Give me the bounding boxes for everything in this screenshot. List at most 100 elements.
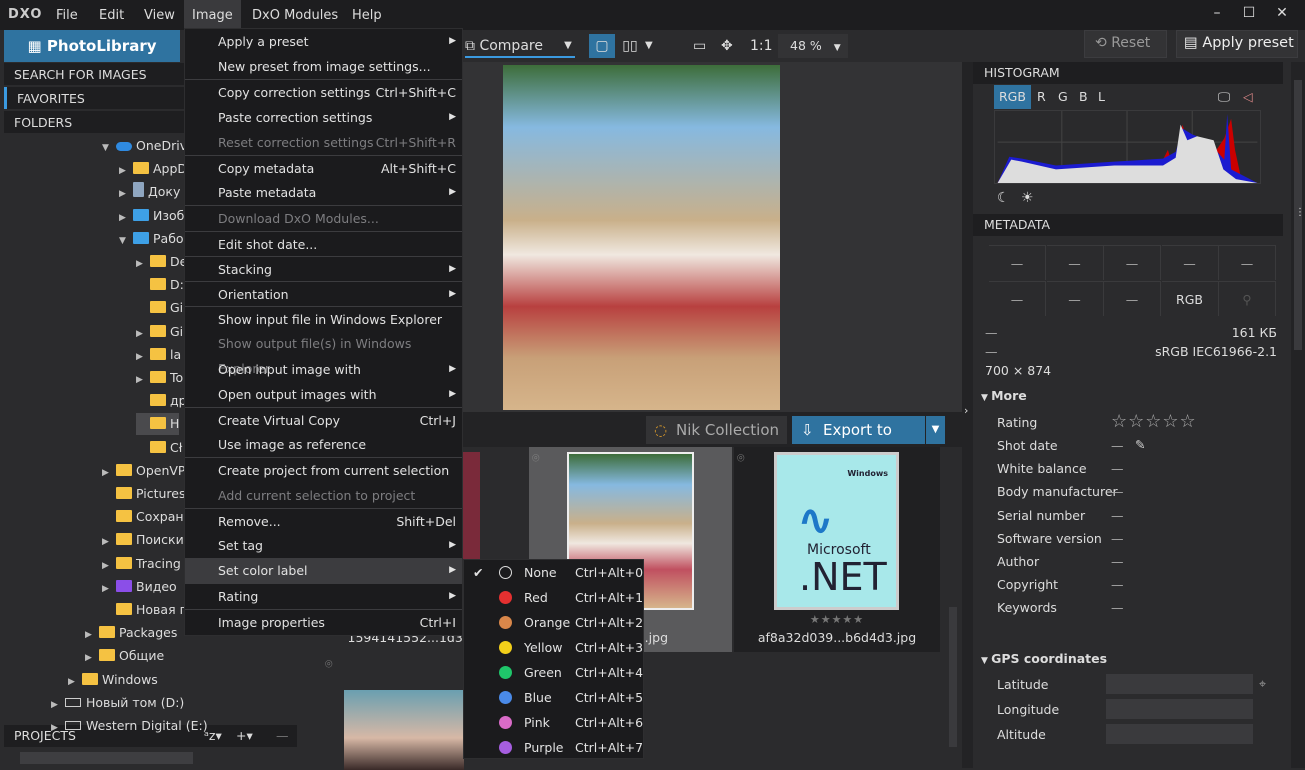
tree-item[interactable]: ▼ OneDrive <box>102 135 195 157</box>
fit-screen-icon[interactable]: ▭ <box>693 34 706 58</box>
expand-arrow-icon[interactable]: ▶ <box>136 253 150 275</box>
split-view-icon[interactable]: ▯▯ <box>617 34 643 58</box>
tree-item[interactable]: ▶ Видео <box>102 576 177 598</box>
color-label-pink[interactable]: Pink Ctrl+Alt+6 <box>464 710 643 735</box>
color-label-red[interactable]: Red Ctrl+Alt+1 <box>464 585 643 610</box>
menu-item-set-tag[interactable]: Set tag ▶ <box>185 533 462 558</box>
maximize-button[interactable]: ☐ <box>1239 5 1259 21</box>
tree-item[interactable]: ▶ De <box>136 251 187 273</box>
menu-item-copy-metadata[interactable]: Copy metadata Alt+Shift+C <box>185 155 462 180</box>
tree-item[interactable]: ▶ OpenVPN <box>102 460 195 482</box>
right-panel-collapse[interactable]: › <box>962 62 973 768</box>
menu-item-use-image-as-reference[interactable]: Use image as reference <box>185 432 462 457</box>
menu-item-orientation[interactable]: Orientation ▶ <box>185 281 462 306</box>
gps-longitude-input[interactable] <box>1106 699 1253 719</box>
one-to-one-button[interactable]: 1:1 <box>750 34 773 58</box>
gps-latitude-input[interactable] <box>1106 674 1253 694</box>
rating-stars[interactable]: ☆☆☆☆☆ <box>1111 411 1197 432</box>
menu-item-apply-a-preset[interactable]: Apply a preset ▶ <box>185 29 462 54</box>
menu-help[interactable]: Help <box>344 0 390 30</box>
tree-item[interactable]: ▶ Western Digital (E:) <box>51 715 208 737</box>
tree-item[interactable]: др <box>136 390 187 412</box>
map-pin-icon[interactable]: ⌖ <box>1259 676 1266 692</box>
color-label-none[interactable]: ✔ None Ctrl+Alt+0 <box>464 560 643 585</box>
channel-b[interactable]: B <box>1074 85 1093 109</box>
single-view-icon[interactable]: ▢ <box>589 34 615 58</box>
menu-item-new-preset-from-image-settings[interactable]: New preset from image settings... <box>185 54 462 79</box>
tree-item[interactable]: ▶ Windows <box>68 669 158 691</box>
menu-item-remove[interactable]: Remove... Shift+Del <box>185 507 462 533</box>
color-label-purple[interactable]: Purple Ctrl+Alt+7 <box>464 735 643 760</box>
tree-item[interactable]: ▶ Tracing <box>102 553 181 575</box>
menu-item-create-project-from-current-selection[interactable]: Create project from current selection <box>185 457 462 482</box>
menu-dxo-modules[interactable]: DxO Modules <box>244 0 346 30</box>
tree-item[interactable]: Pictures <box>102 483 186 505</box>
menu-item-reset-correction-settings[interactable]: Reset correction settings Ctrl+Shift+R <box>185 130 462 155</box>
edit-pencil-icon[interactable]: ✎ <box>1135 437 1145 452</box>
gps-section-toggle[interactable]: ▼ GPS coordinates <box>981 651 1107 666</box>
metadata-header[interactable]: METADATA <box>973 214 1283 236</box>
expand-arrow-icon[interactable]: ▶ <box>85 624 99 646</box>
expand-arrow-icon[interactable]: ▶ <box>102 462 116 484</box>
menu-item-create-virtual-copy[interactable]: Create Virtual Copy Ctrl+J <box>185 407 462 432</box>
zoom-select[interactable]: 48 % ▼ <box>778 34 848 58</box>
expand-arrow-icon[interactable]: ▶ <box>102 531 116 553</box>
compare-dropdown[interactable]: ▼ <box>559 34 577 58</box>
menu-file[interactable]: File <box>48 0 86 30</box>
color-label-yellow[interactable]: Yellow Ctrl+Alt+3 <box>464 635 643 660</box>
menu-item-paste-metadata[interactable]: Paste metadata ▶ <box>185 180 462 205</box>
apply-preset-button[interactable]: ▤ Apply preset <box>1176 30 1298 58</box>
menu-item-show-output-file-s-in-windows-explorer[interactable]: Show output file(s) in Windows Explorer <box>185 331 462 376</box>
gps-altitude-input[interactable] <box>1106 724 1253 744</box>
tree-item[interactable]: Новая п <box>102 599 188 621</box>
tree-item[interactable]: ▶ To <box>136 367 183 389</box>
menu-item-edit-shot-date[interactable]: Edit shot date... <box>185 230 462 256</box>
color-label-orange[interactable]: Orange Ctrl+Alt+2 <box>464 610 643 635</box>
more-section-toggle[interactable]: ▼ More <box>981 388 1027 403</box>
minimize-button[interactable]: – <box>1207 5 1227 21</box>
expand-arrow-icon[interactable]: ▶ <box>119 160 133 182</box>
tree-item[interactable]: ▼ Рабо <box>119 228 184 250</box>
color-label-blue[interactable]: Blue Ctrl+Alt+5 <box>464 685 643 710</box>
menu-item-show-input-file-in-windows-explorer[interactable]: Show input file in Windows Explorer <box>185 306 462 331</box>
expand-arrow-icon[interactable]: ▶ <box>136 323 150 345</box>
expand-arrow-icon[interactable]: ▼ <box>102 137 116 159</box>
expand-arrow-icon[interactable]: ▶ <box>68 671 82 693</box>
tree-item[interactable]: Сохране <box>102 506 191 528</box>
expand-arrow-icon[interactable]: ▶ <box>119 183 133 205</box>
menu-edit[interactable]: Edit <box>91 0 132 30</box>
tree-item[interactable]: ▶ Общие <box>85 645 164 667</box>
menu-item-image-properties[interactable]: Image properties Ctrl+I <box>185 608 462 634</box>
channel-l[interactable]: L <box>1093 85 1110 109</box>
tree-item[interactable]: ▶ AppD <box>119 158 187 180</box>
move-icon[interactable]: ✥ <box>721 34 733 58</box>
color-label-green[interactable]: Green Ctrl+Alt+4 <box>464 660 643 685</box>
channel-g[interactable]: G <box>1053 85 1073 109</box>
tree-item[interactable]: ▶ Доку <box>119 181 180 203</box>
tree-item[interactable]: Gi <box>136 297 183 319</box>
reset-button[interactable]: ⟲ Reset <box>1084 30 1167 58</box>
expand-arrow-icon[interactable]: ▶ <box>136 369 150 391</box>
menu-item-set-color-label[interactable]: Set color label ▶ <box>185 558 462 584</box>
menu-view[interactable]: View <box>136 0 183 30</box>
channel-rgb[interactable]: RGB <box>994 85 1031 109</box>
menu-item-paste-correction-settings[interactable]: Paste correction settings ▶ <box>185 105 462 130</box>
monitor-icon[interactable]: 🖵 <box>1213 85 1235 109</box>
channel-r[interactable]: R <box>1032 85 1051 109</box>
tree-item[interactable]: ▶ Изоб <box>119 205 184 227</box>
expand-arrow-icon[interactable]: ▶ <box>51 694 65 716</box>
menu-item-copy-correction-settings[interactable]: Copy correction settings Ctrl+Shift+C <box>185 79 462 104</box>
menu-item-stacking[interactable]: Stacking ▶ <box>185 255 462 281</box>
tree-item[interactable]: Н <box>136 413 180 436</box>
menu-item-download-dxo-modules[interactable]: Download DxO Modules... <box>185 205 462 230</box>
menu-item-rating[interactable]: Rating ▶ <box>185 583 462 608</box>
menu-item-open-input-image-with[interactable]: Open input image with ▶ <box>185 357 462 382</box>
expand-arrow-icon[interactable]: ▶ <box>51 717 65 739</box>
view-dropdown[interactable]: ▼ <box>645 34 653 58</box>
horizontal-scrollbar[interactable] <box>20 752 193 764</box>
gamut-icon[interactable]: ◁ <box>1238 85 1258 109</box>
shadow-clipping-icon[interactable]: ☾ <box>997 190 1010 206</box>
right-scrollbar[interactable]: ⋮ <box>1291 62 1305 768</box>
export-dropdown[interactable]: ▼ <box>926 416 945 444</box>
menu-image[interactable]: Image <box>184 0 241 30</box>
